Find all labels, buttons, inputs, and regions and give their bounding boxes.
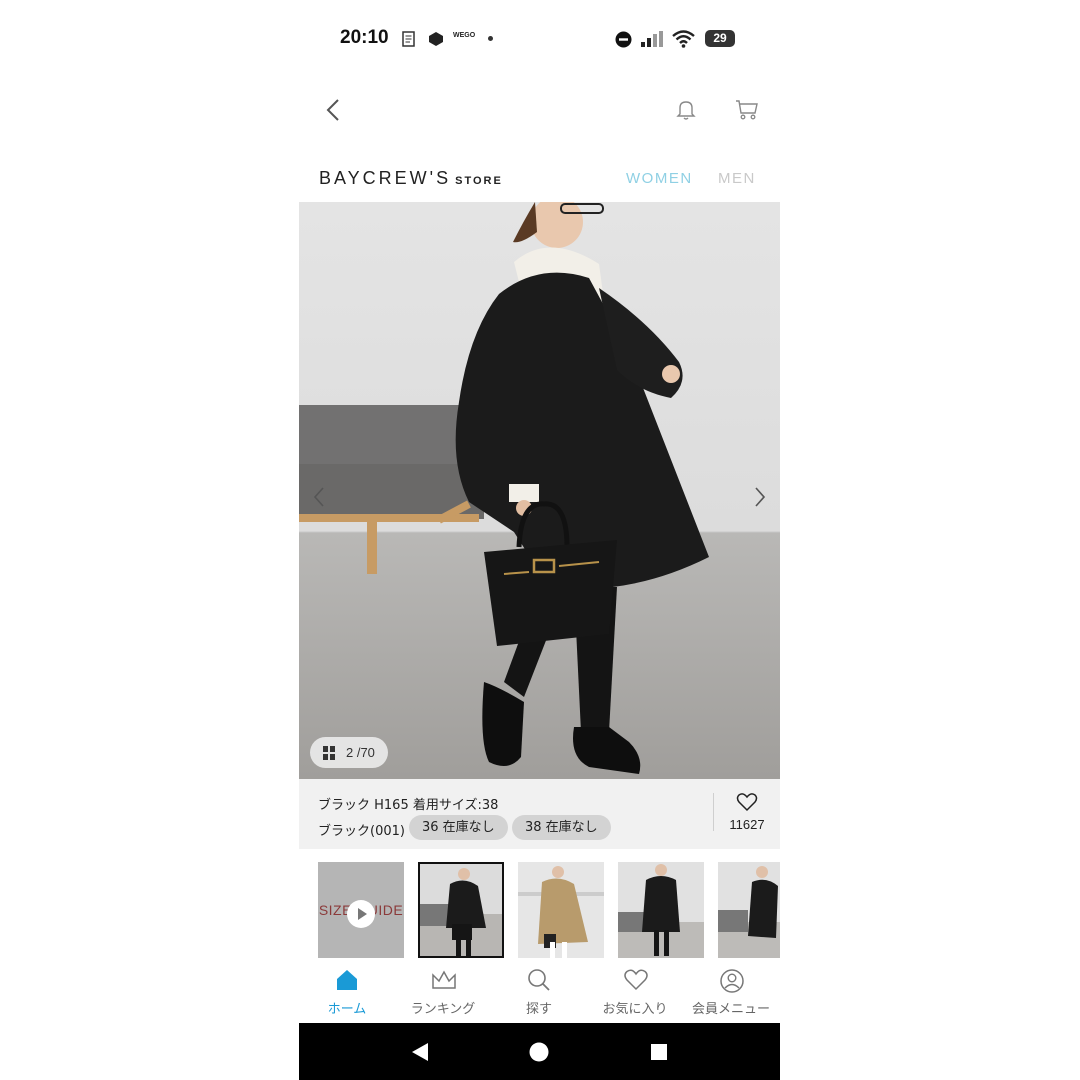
thumbnail-photo xyxy=(518,862,604,958)
image-counter-text: 2 /70 xyxy=(346,745,375,760)
wifi-icon xyxy=(672,30,695,48)
image-counter[interactable]: 2 /70 xyxy=(310,737,388,768)
favorite-heart-icon[interactable] xyxy=(736,791,758,813)
do-not-disturb-icon xyxy=(615,31,632,48)
color-label: ブラック(001) xyxy=(318,824,405,839)
previous-image-button[interactable] xyxy=(307,482,331,512)
thumbnail-photo xyxy=(420,868,502,956)
product-info-panel: ブラック H165 着用サイズ:38 ブラック(001) 36 在庫なし 38 … xyxy=(299,779,780,849)
nav-search[interactable]: 探す xyxy=(491,958,587,1023)
like-count: 11627 xyxy=(729,817,765,832)
brand-logo[interactable]: BAYCREW'S STORE xyxy=(319,168,503,189)
nav-ranking[interactable]: ランキング xyxy=(395,958,491,1023)
nav-ranking-label: ランキング xyxy=(410,1002,476,1017)
wego-app-badge: WEGO xyxy=(453,32,476,39)
tab-women[interactable]: WOMEN xyxy=(626,170,693,187)
play-icon xyxy=(347,900,375,928)
status-time: 20:10 xyxy=(340,27,389,48)
search-icon xyxy=(528,969,550,991)
recents-square-icon[interactable] xyxy=(650,1043,668,1061)
chevron-right-icon xyxy=(755,487,766,507)
chevron-left-icon xyxy=(313,487,324,507)
brand-name: BAYCREW'S xyxy=(319,168,452,188)
nav-search-label: 探す xyxy=(525,1002,552,1017)
product-photo xyxy=(299,202,780,779)
next-image-button[interactable] xyxy=(748,482,772,512)
cart-button[interactable] xyxy=(733,96,761,124)
app-icon xyxy=(429,32,443,46)
stock-pill-38[interactable]: 38 在庫なし xyxy=(512,815,611,840)
document-icon xyxy=(402,31,415,47)
nav-member-menu[interactable]: 会員メニュー xyxy=(683,958,779,1023)
thumbnail-photo xyxy=(618,864,704,958)
signal-icon xyxy=(641,31,663,47)
nav-favorites[interactable]: お気に入り xyxy=(587,958,683,1023)
product-main-image[interactable]: 2 /70 xyxy=(299,202,780,779)
cart-icon xyxy=(736,100,758,120)
user-icon xyxy=(720,969,744,993)
battery-indicator: 29 xyxy=(705,30,735,47)
thumbnail-item[interactable] xyxy=(718,862,780,958)
grid-icon xyxy=(323,746,335,760)
nav-home-label: ホーム xyxy=(327,1002,367,1017)
nav-favorites-label: お気に入り xyxy=(602,1002,668,1017)
thumbnail-strip: SIZE GUIDE xyxy=(299,862,780,958)
system-navigation-bar xyxy=(299,1023,780,1080)
heart-icon xyxy=(624,969,648,991)
notification-button[interactable] xyxy=(672,96,700,124)
divider xyxy=(713,793,714,831)
status-bar: 20:10 WEGO 29 xyxy=(299,22,780,58)
crown-icon xyxy=(432,970,456,989)
back-triangle-icon[interactable] xyxy=(410,1043,430,1061)
phone-screen: 20:10 WEGO 29 BAYCREW'S STORE WOMEN MEN … xyxy=(299,0,780,1080)
back-button[interactable] xyxy=(319,96,347,124)
nav-member-menu-label: 会員メニュー xyxy=(691,1002,770,1017)
dot-icon xyxy=(488,36,493,41)
thumbnail-photo xyxy=(718,866,780,958)
stock-pill-36[interactable]: 36 在庫なし xyxy=(409,815,508,840)
brand-suffix: STORE xyxy=(455,175,503,187)
thumbnail-item[interactable] xyxy=(518,862,604,958)
chevron-left-icon xyxy=(326,99,339,121)
thumbnail-item[interactable] xyxy=(618,862,704,958)
home-icon xyxy=(337,970,357,990)
tab-men[interactable]: MEN xyxy=(718,170,756,187)
nav-home[interactable]: ホーム xyxy=(299,958,395,1023)
thumbnail-item[interactable] xyxy=(418,862,504,958)
bottom-navigation: ホーム ランキング 探す お気に入り 会員メニュー xyxy=(299,958,780,1023)
home-circle-icon[interactable] xyxy=(529,1042,549,1062)
thumbnail-size-guide[interactable]: SIZE GUIDE xyxy=(318,862,404,958)
model-size-info: ブラック H165 着用サイズ:38 xyxy=(318,798,499,813)
bell-icon xyxy=(676,101,696,120)
